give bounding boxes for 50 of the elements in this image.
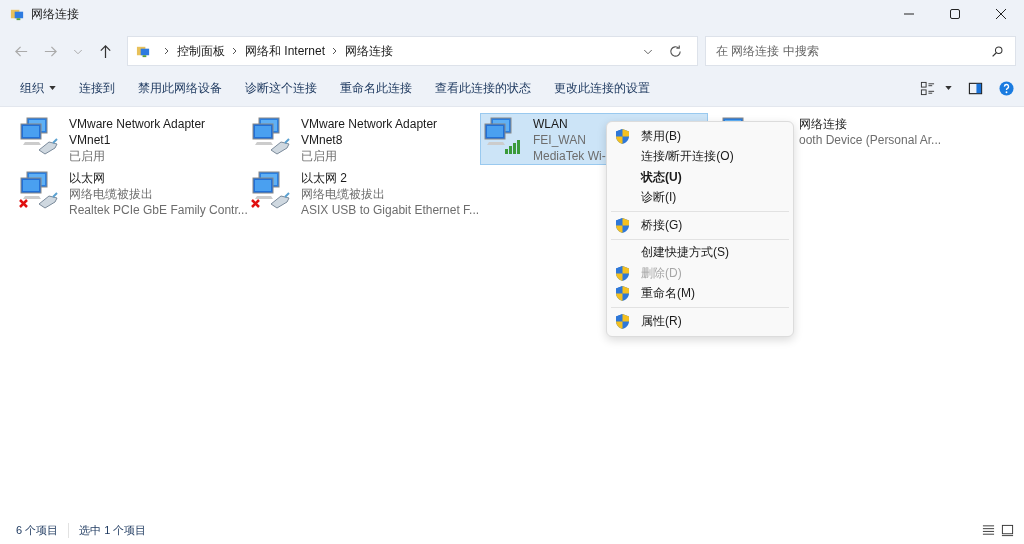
refresh-icon[interactable] bbox=[668, 43, 683, 59]
connection-item[interactable]: VMware Network Adapter VMnet1 已启用 bbox=[16, 113, 244, 165]
chevron-right-icon bbox=[332, 47, 339, 55]
connection-name: WLAN bbox=[533, 116, 569, 132]
connection-status: 网络电缆被拔出 bbox=[301, 186, 385, 202]
menu-item[interactable]: 重命名(M) bbox=[607, 283, 793, 304]
toolbar-button[interactable]: 诊断这个连接 bbox=[237, 75, 325, 101]
chevron-right-icon bbox=[232, 47, 238, 55]
up-arrow-icon[interactable] bbox=[98, 43, 113, 59]
connection-status: 已启用 bbox=[69, 148, 105, 164]
large-icons-view-icon[interactable] bbox=[1001, 523, 1014, 537]
help-icon[interactable] bbox=[999, 80, 1014, 96]
item-count: 6 个项目 bbox=[16, 522, 60, 538]
device-name: ooth Device (Personal Ar... bbox=[799, 132, 942, 148]
menu-item[interactable]: 状态(U) bbox=[607, 167, 793, 188]
device-name: MediaTek Wi- bbox=[533, 148, 606, 164]
toolbar-button[interactable]: 重命名此连接 bbox=[332, 75, 420, 101]
chevron-right-icon bbox=[164, 47, 170, 55]
breadcrumb[interactable]: 网络连接 bbox=[345, 42, 394, 60]
toolbar-button[interactable]: 禁用此网络设备 bbox=[130, 75, 230, 101]
connection-name: 以太网 2 bbox=[301, 170, 348, 186]
connection-name: VMware Network Adapter VMnet8 bbox=[301, 116, 439, 148]
menu-item[interactable]: 创建快捷方式(S) bbox=[607, 242, 793, 263]
details-view-icon[interactable] bbox=[982, 523, 995, 537]
breadcrumb[interactable]: 控制面板 bbox=[177, 42, 225, 60]
connection-name: 网络连接 bbox=[799, 116, 848, 132]
device-name: Realtek PCIe GbE Family Contr... bbox=[69, 202, 248, 218]
preview-pane-icon[interactable] bbox=[968, 80, 983, 96]
caret-icon bbox=[49, 86, 56, 90]
breadcrumb[interactable]: 网络和 Internet bbox=[245, 42, 326, 60]
menu-item[interactable]: 诊断(I) bbox=[607, 187, 793, 208]
toolbar-button[interactable]: 查看此连接的状态 bbox=[427, 75, 539, 101]
view-options-icon[interactable] bbox=[920, 80, 935, 96]
search-icon bbox=[991, 45, 1004, 58]
selection-count: 选中 1 个项目 bbox=[68, 522, 157, 538]
address-bar[interactable]: 控制面板 网络和 Internet 网络连接 bbox=[127, 36, 698, 66]
toolbar-button[interactable]: 组织 bbox=[12, 75, 64, 101]
menu-item[interactable]: 桥接(G) bbox=[607, 215, 793, 236]
window-title: 网络连接 bbox=[31, 5, 79, 23]
connection-item[interactable]: VMware Network Adapter VMnet8 已启用 bbox=[248, 113, 476, 165]
menu-item[interactable]: 属性(R) bbox=[607, 311, 793, 332]
toolbar-button[interactable]: 连接到 bbox=[71, 75, 123, 101]
caret-icon[interactable] bbox=[945, 86, 952, 90]
connection-status: 已启用 bbox=[301, 148, 337, 164]
search-field[interactable]: 在 网络连接 中搜索 bbox=[705, 36, 1016, 66]
toolbar-button[interactable]: 更改此连接的设置 bbox=[546, 75, 658, 101]
connection-status: FEI_WAN bbox=[533, 132, 586, 148]
connection-status: 网络电缆被拔出 bbox=[69, 186, 153, 202]
connection-name: 以太网 bbox=[69, 170, 106, 186]
connection-name: VMware Network Adapter VMnet1 bbox=[69, 116, 207, 148]
